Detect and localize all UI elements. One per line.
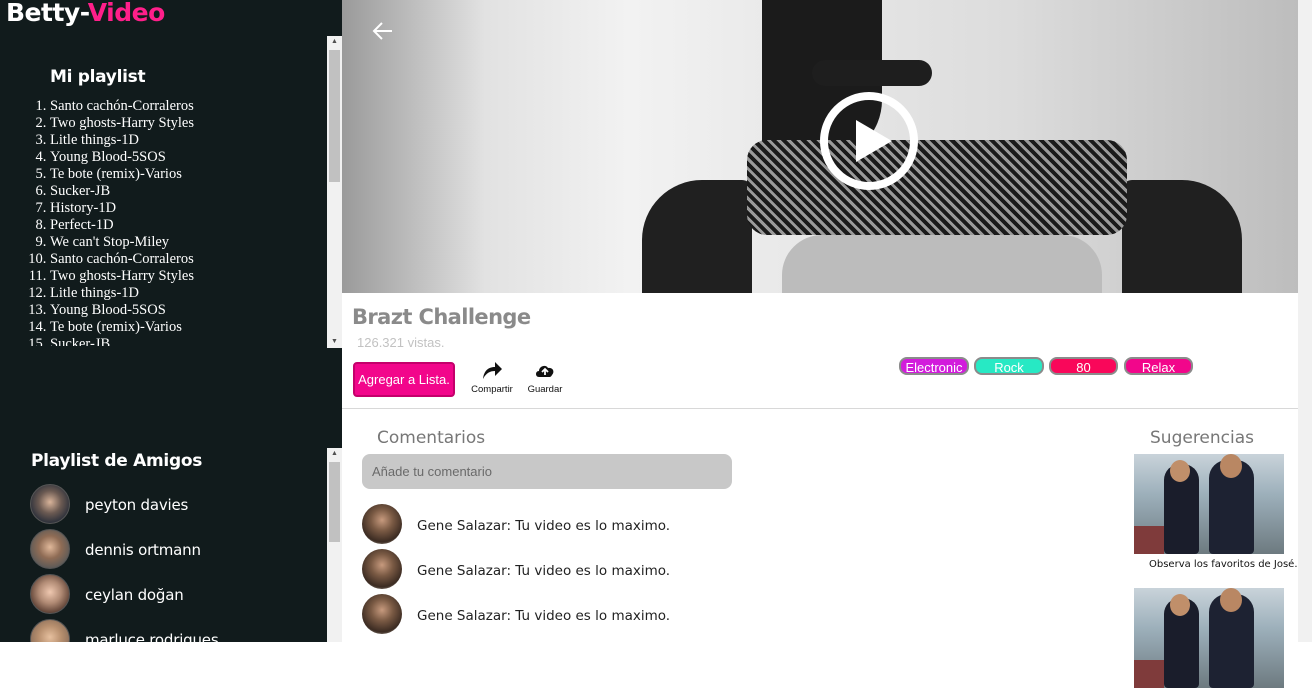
comment-text: Gene Salazar: Tu video es lo maximo. [417, 518, 671, 534]
suggestion-thumbnail[interactable] [1134, 588, 1284, 688]
save-button[interactable]: Guardar [525, 360, 565, 395]
avatar [30, 484, 70, 524]
add-to-list-button[interactable]: Agregar a Lista. [353, 362, 455, 397]
friend-item[interactable]: marluce rodrigues [30, 617, 320, 642]
thumbnail-shape [1220, 588, 1242, 612]
video-frame-shape [812, 60, 932, 86]
brand-logo-part1: Betty- [6, 0, 88, 27]
comment-item: Gene Salazar: Tu video es lo maximo. [362, 549, 862, 594]
playlist-item[interactable]: Sucker-JB [50, 183, 316, 200]
playlist-item[interactable]: Young Blood-5SOS [50, 149, 316, 166]
scrollbar-thumb[interactable] [329, 462, 340, 542]
share-icon [483, 362, 502, 379]
playlist-item[interactable]: Te bote (remix)-Varios [50, 166, 316, 183]
comment-item: Gene Salazar: Tu video es lo maximo. [362, 504, 862, 549]
friend-name: dennis ortmann [85, 541, 201, 559]
scroll-up-icon[interactable]: ▲ [327, 448, 342, 460]
playlist-item[interactable]: Perfect-1D [50, 217, 316, 234]
play-icon[interactable] [819, 91, 919, 191]
video-frame-shape [747, 140, 1127, 235]
avatar[interactable] [362, 549, 402, 589]
avatar [30, 574, 70, 614]
main-scrollbar[interactable] [1298, 0, 1312, 642]
scroll-down-icon[interactable]: ▼ [327, 336, 342, 348]
brand-logo-part2: Video [87, 0, 166, 27]
suggestion-caption[interactable]: Observa los favoritos de José. [1149, 559, 1298, 570]
video-title: Brazt Challenge [352, 305, 531, 329]
scrollbar-thumb[interactable] [329, 50, 340, 182]
friend-name: peyton davies [85, 496, 189, 514]
my-playlist-scrollbar[interactable]: ▲ ▼ [327, 36, 342, 348]
friend-item[interactable]: ceylan doğan [30, 572, 320, 617]
section-divider [342, 408, 1298, 409]
video-player[interactable] [342, 0, 1298, 293]
thumbnail-shape [1170, 594, 1190, 616]
my-playlist-title: Mi playlist [50, 67, 146, 87]
scroll-up-icon[interactable]: ▲ [327, 36, 342, 48]
playlist-item[interactable]: Sucker-JB [50, 336, 316, 346]
avatar [30, 619, 70, 642]
friend-name: ceylan doğan [85, 586, 184, 604]
comments-list: Gene Salazar: Tu video es lo maximo. Gen… [362, 504, 862, 639]
friend-item[interactable]: peyton davies [30, 482, 320, 527]
comments-title: Comentarios [377, 428, 486, 448]
brand-logo[interactable]: Betty-Video [6, 0, 165, 27]
playlist-item[interactable]: Young Blood-5SOS [50, 302, 316, 319]
thumbnail-shape [1134, 526, 1164, 554]
tag-relax[interactable]: Relax [1124, 357, 1193, 375]
view-count: 126.321 vistas. [357, 335, 445, 350]
friends-list: peyton davies dennis ortmann ceylan doğa… [30, 482, 320, 642]
comment-item: Gene Salazar: Tu video es lo maximo. [362, 594, 862, 639]
main-content: Brazt Challenge 126.321 vistas. Agregar … [342, 0, 1312, 688]
tag-electronic[interactable]: Electronic [899, 357, 969, 375]
avatar[interactable] [362, 504, 402, 544]
my-playlist-scroll-area[interactable]: Santo cachón-Corraleros Two ghosts-Harry… [16, 98, 316, 346]
avatar[interactable] [362, 594, 402, 634]
comment-text: Gene Salazar: Tu video es lo maximo. [417, 608, 671, 624]
video-frame-shape [782, 235, 1102, 293]
share-label: Compartir [471, 384, 513, 395]
friend-item[interactable]: dennis ortmann [30, 527, 320, 572]
thumbnail-shape [1134, 660, 1164, 688]
cloud-upload-icon [536, 365, 554, 377]
playlist-item[interactable]: Santo cachón-Corraleros [50, 251, 316, 268]
save-label: Guardar [527, 384, 563, 395]
playlist-item[interactable]: Litle things-1D [50, 132, 316, 149]
playlist-item[interactable]: History-1D [50, 200, 316, 217]
tag-80[interactable]: 80 [1049, 357, 1118, 375]
tag-rock[interactable]: Rock [974, 357, 1044, 375]
back-arrow-icon[interactable] [372, 20, 394, 47]
playlist-item[interactable]: We can't Stop-Miley [50, 234, 316, 251]
playlist-item[interactable]: Two ghosts-Harry Styles [50, 115, 316, 132]
sidebar: Betty-Video Mi playlist Santo cachón-Cor… [0, 0, 342, 642]
suggestions-title: Sugerencias [1150, 428, 1255, 448]
share-button[interactable]: Compartir [469, 360, 515, 395]
suggestion-thumbnail[interactable] [1134, 454, 1284, 554]
my-playlist: Santo cachón-Corraleros Two ghosts-Harry… [16, 98, 316, 346]
comment-text: Gene Salazar: Tu video es lo maximo. [417, 563, 671, 579]
video-frame-shape [1122, 180, 1242, 293]
comment-input[interactable] [362, 454, 732, 489]
friends-playlist-title: Playlist de Amigos [31, 451, 203, 471]
playlist-item[interactable]: Litle things-1D [50, 285, 316, 302]
playlist-item[interactable]: Two ghosts-Harry Styles [50, 268, 316, 285]
friend-name: marluce rodrigues [85, 631, 219, 642]
avatar [30, 529, 70, 569]
playlist-item[interactable]: Te bote (remix)-Varios [50, 319, 316, 336]
playlist-item[interactable]: Santo cachón-Corraleros [50, 98, 316, 115]
video-frame-shape [642, 180, 752, 293]
friends-scrollbar[interactable]: ▲ [327, 448, 342, 642]
thumbnail-shape [1170, 460, 1190, 482]
thumbnail-shape [1220, 454, 1242, 478]
